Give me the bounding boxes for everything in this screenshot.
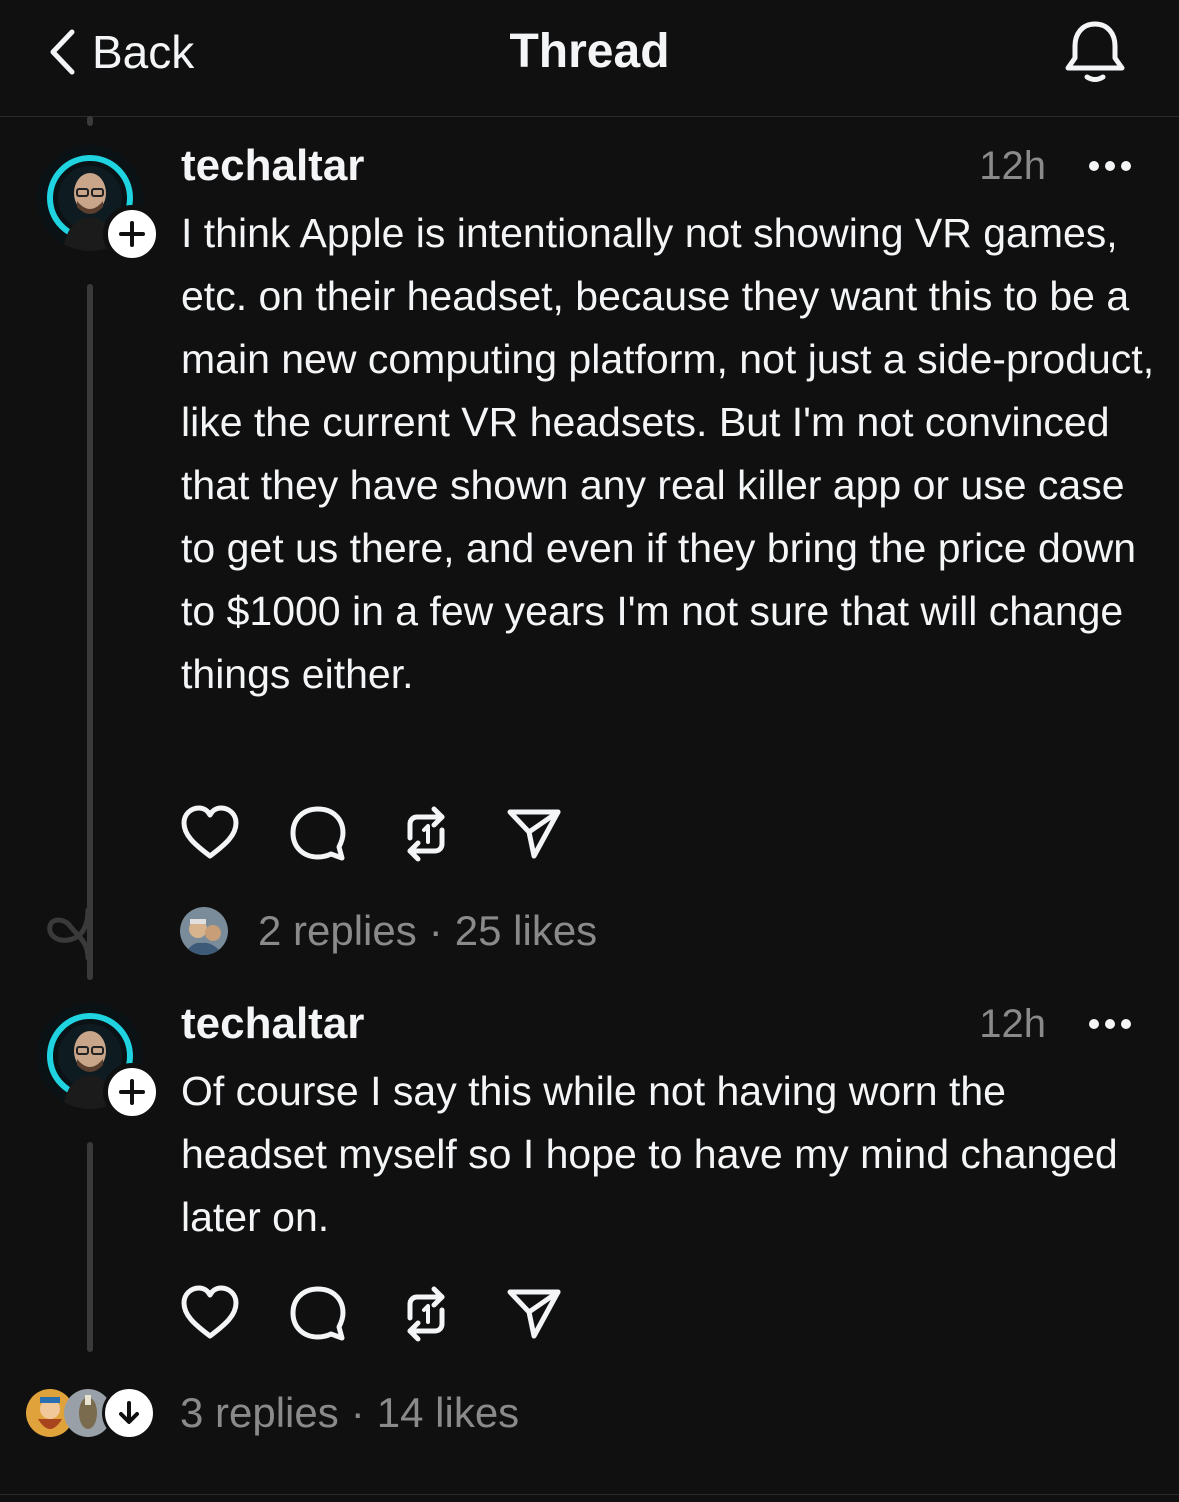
share-icon [507,1289,561,1339]
thread-line-top [87,116,93,126]
plus-icon [119,221,145,247]
heart-icon [181,1285,239,1339]
username[interactable]: techaltar [181,998,364,1050]
repost-button[interactable] [396,1284,504,1344]
thread-line [87,284,93,980]
separator: · [428,907,443,954]
like-button[interactable] [180,1284,288,1344]
expand-replies-button[interactable] [102,1386,156,1440]
share-button[interactable] [504,1284,612,1344]
arrow-down-icon [119,1401,139,1424]
comment-icon [290,806,346,861]
repost-icon [407,1286,445,1342]
post-stats: 2 replies · 25 likes [180,906,597,956]
repost-button[interactable] [396,804,504,864]
comment-icon [290,1286,346,1341]
more-icon[interactable] [1086,1012,1134,1036]
heart-icon [181,805,239,859]
post-stats: 3 replies · 14 likes [26,1386,519,1440]
like-button[interactable] [180,804,288,864]
likes-count[interactable]: 25 likes [455,906,597,956]
more-icon[interactable] [1086,154,1134,178]
timestamp: 12h [979,144,1046,188]
reply-button[interactable] [288,1284,396,1344]
plus-icon [119,1079,145,1105]
top-bar: Back Thread [0,0,1179,117]
repost-icon [407,806,445,862]
post-text: I think Apple is intentionally not showi… [181,210,1155,697]
post-text: Of course I say this while not having wo… [181,1068,1118,1240]
divider [0,1494,1179,1495]
replies-count[interactable]: 3 replies [180,1388,339,1438]
reply-button[interactable] [288,804,396,864]
thread-line [87,1142,93,1352]
bell-icon[interactable] [1060,14,1130,86]
post-actions [180,1284,612,1344]
timestamp: 12h [979,1002,1046,1046]
share-icon [507,809,561,859]
replier-avatar [180,907,228,955]
share-button[interactable] [504,804,612,864]
replies-count[interactable]: 2 replies [258,906,417,956]
separator: · [350,1389,365,1436]
likes-count[interactable]: 14 likes [377,1388,519,1438]
page-title: Thread [509,25,670,78]
post-actions [180,804,612,864]
follow-button[interactable] [103,205,161,263]
thread-loop-connector [47,907,91,961]
follow-button[interactable] [103,1063,161,1121]
username[interactable]: techaltar [181,140,364,192]
